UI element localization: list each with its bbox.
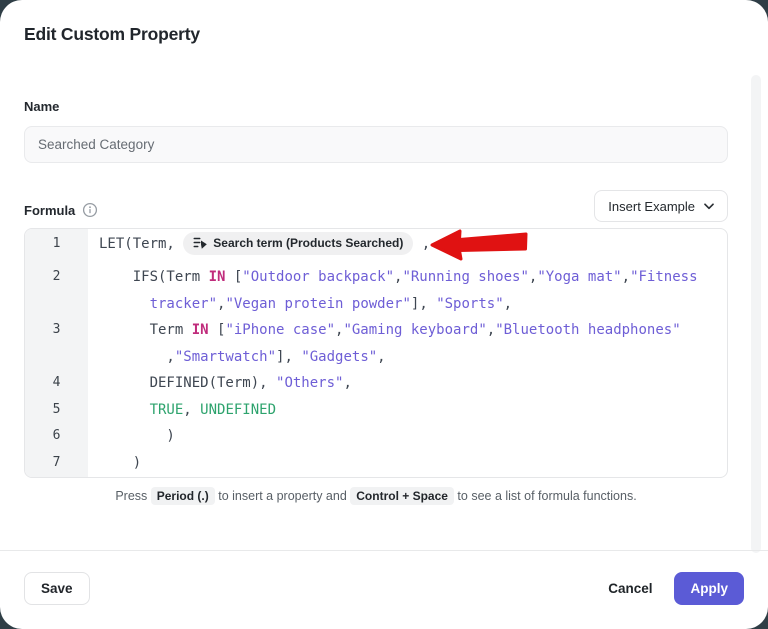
line-number: 5: [25, 397, 88, 424]
hint-part2: to insert a property and: [215, 489, 351, 503]
footer-divider: [0, 550, 768, 551]
line-number: 1: [25, 229, 88, 259]
code-row: ,"Smartwatch"], "Gadgets",: [25, 344, 727, 371]
code-row: 1LET(Term, Search term (Products Searche…: [25, 229, 727, 259]
apply-button[interactable]: Apply: [674, 572, 744, 605]
insert-example-label: Insert Example: [608, 199, 695, 214]
edit-custom-property-modal: Edit Custom Property Name Formula Insert…: [0, 0, 768, 629]
formula-header: Formula: [24, 202, 98, 218]
code-line: Term IN ["iPhone case","Gaming keyboard"…: [88, 317, 681, 344]
save-button[interactable]: Save: [24, 572, 90, 605]
footer-actions: Cancel Apply: [608, 572, 744, 605]
code-line: tracker","Vegan protein powder"], "Sport…: [88, 291, 512, 318]
line-number: [25, 344, 88, 371]
line-number: 7: [25, 450, 88, 477]
code-line: TRUE, UNDEFINED: [88, 397, 276, 424]
code-line: ): [88, 423, 175, 450]
code-row: 5 TRUE, UNDEFINED: [25, 397, 727, 424]
formula-editor[interactable]: 1LET(Term, Search term (Products Searche…: [24, 228, 728, 478]
hint-kbd-control-space: Control + Space: [350, 487, 454, 505]
name-field-label: Name: [24, 99, 59, 114]
line-number: 6: [25, 423, 88, 450]
editor-hint-text: Press Period (.) to insert a property an…: [24, 489, 728, 503]
formula-rows: 1LET(Term, Search term (Products Searche…: [25, 229, 727, 476]
code-row: tracker","Vegan protein powder"], "Sport…: [25, 291, 727, 318]
formula-label: Formula: [24, 203, 75, 218]
name-input[interactable]: [24, 126, 728, 163]
list-cursor-icon: [193, 236, 207, 250]
property-chip[interactable]: Search term (Products Searched): [183, 232, 413, 255]
hint-part1: Press: [115, 489, 150, 503]
hint-part3: to see a list of formula functions.: [454, 489, 637, 503]
code-line: LET(Term, Search term (Products Searched…: [88, 229, 430, 259]
line-number: [25, 291, 88, 318]
code-row: 7 ): [25, 450, 727, 477]
code-line: ,"Smartwatch"], "Gadgets",: [88, 344, 386, 371]
line-number: 2: [25, 264, 88, 291]
code-row: 3 Term IN ["iPhone case","Gaming keyboar…: [25, 317, 727, 344]
chevron-down-icon: [704, 203, 714, 210]
line-number: 4: [25, 370, 88, 397]
info-icon[interactable]: [82, 202, 98, 218]
modal-title: Edit Custom Property: [24, 24, 200, 45]
code-line: ): [88, 450, 141, 477]
code-row: 4 DEFINED(Term), "Others",: [25, 370, 727, 397]
cancel-button[interactable]: Cancel: [608, 581, 652, 596]
hint-kbd-period: Period (.): [151, 487, 215, 505]
code-line: DEFINED(Term), "Others",: [88, 370, 352, 397]
code-line: IFS(Term IN ["Outdoor backpack","Running…: [88, 264, 698, 291]
line-number: 3: [25, 317, 88, 344]
property-chip-label: Search term (Products Searched): [213, 228, 403, 258]
code-row: 6 ): [25, 423, 727, 450]
insert-example-button[interactable]: Insert Example: [594, 190, 728, 222]
modal-scrollbar[interactable]: [751, 75, 761, 553]
code-row: 2 IFS(Term IN ["Outdoor backpack","Runni…: [25, 264, 727, 291]
